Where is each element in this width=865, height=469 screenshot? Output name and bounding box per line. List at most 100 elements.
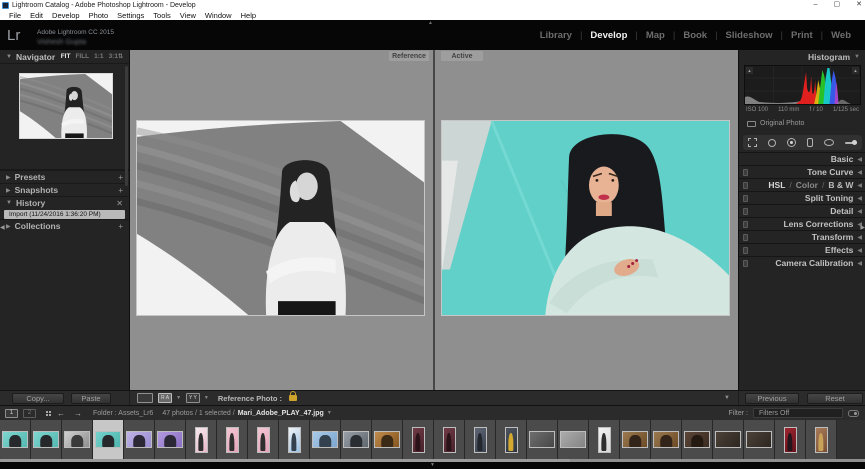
chevron-left-icon[interactable]: ◀ [857,182,862,189]
chevron-left-icon[interactable]: ◀ [857,247,862,254]
filmstrip-thumbnail[interactable] [589,420,620,459]
snapshots-section[interactable]: ▶ Snapshots + [0,183,129,196]
chevron-down-icon[interactable]: ▼ [327,410,332,416]
panel-toggle-switch[interactable] [743,169,748,176]
panel-toggle-switch[interactable] [743,221,748,228]
filmstrip-thumbnail[interactable] [248,420,279,459]
lock-icon[interactable] [289,395,297,401]
panel-camera-calibration[interactable]: Camera Calibration ◀ [739,256,865,269]
filmstrip-thumbnail[interactable] [558,420,589,459]
highlight-clipping-indicator[interactable]: ▲ [852,67,859,74]
panel-tone-curve[interactable]: Tone Curve ◀ [739,165,865,178]
chevron-right-icon[interactable]: ▶ [6,187,11,194]
collapse-top-icon[interactable]: ▲ [428,20,433,26]
chevron-left-icon[interactable]: ◀ [857,208,862,215]
chevron-down-icon[interactable]: ▼ [6,200,12,206]
chevron-down-icon[interactable]: ▼ [854,54,860,60]
second-window-icon[interactable]: 2 [23,409,36,418]
chevron-down-icon[interactable]: ▼ [204,395,209,401]
filmstrip-thumbnail[interactable] [496,420,527,459]
compare-view-icon[interactable]: Y Y [186,393,200,403]
module-tab[interactable]: Slideshow [718,30,781,41]
filmstrip-thumbnail[interactable] [124,420,155,459]
navigator-header[interactable]: ▼ Navigator FITFILL1:13:1 ⇅ [0,50,129,63]
add-preset-button[interactable]: + [118,173,123,182]
forward-arrow-icon[interactable]: → [74,409,82,418]
filmstrip-thumbnail[interactable] [434,420,465,459]
history-step-import[interactable]: Import (11/24/2016 1:36:20 PM) [4,210,125,219]
filmstrip-thumbnail[interactable] [341,420,372,459]
spot-removal-icon[interactable] [768,139,776,147]
module-tab[interactable]: Develop [582,30,635,41]
bw-label[interactable]: B & W [828,180,853,190]
histogram[interactable]: ▲ ▲ [744,65,861,105]
navigator-preview[interactable] [19,73,113,139]
filmstrip-thumbnail[interactable] [527,420,558,459]
panel-toggle-switch[interactable] [743,208,748,215]
close-button[interactable]: ✕ [856,0,862,10]
graduated-filter-icon[interactable] [807,138,813,147]
reset-button[interactable]: Reset [807,393,863,404]
filmstrip-thumbnail[interactable] [93,420,124,459]
chevron-down-icon[interactable]: ▼ [176,395,181,401]
module-tab[interactable]: Print [783,30,821,41]
collapse-right-icon[interactable]: ▶ [859,222,865,234]
loupe-view-icon[interactable] [137,393,153,403]
chevron-right-icon[interactable]: ▶ [6,174,11,181]
presets-section[interactable]: ▶ Presets + [0,170,129,183]
red-eye-correction-icon[interactable] [787,138,796,147]
menu-item[interactable]: Tools [153,11,171,20]
collections-section[interactable]: ▶ Collections + [0,219,129,232]
filmstrip-thumbnail[interactable] [775,420,806,459]
folder-breadcrumb[interactable]: Folder : Assets_Lr6 [93,410,153,417]
panel-toggle-switch[interactable] [743,182,748,189]
chevron-left-icon[interactable]: ◀ [857,195,862,202]
minimize-button[interactable]: – [814,0,818,10]
filmstrip-thumbnail[interactable] [806,420,837,459]
adjustment-brush-icon[interactable] [845,142,857,144]
history-section[interactable]: ▼ History ✕ [0,196,129,209]
crop-overlay-icon[interactable] [748,138,757,147]
filmstrip-thumbnail[interactable] [155,420,186,459]
filter-toggle-icon[interactable] [848,410,859,417]
radial-filter-icon[interactable] [824,139,834,146]
chevron-down-icon[interactable]: ▼ [6,54,12,60]
menu-item[interactable]: Window [205,11,232,20]
previous-button[interactable]: Previous [745,393,799,404]
panel-lens-corrections[interactable]: Lens Corrections ◀ [739,217,865,230]
chevron-right-icon[interactable]: ▶ [6,223,11,230]
add-collection-button[interactable]: + [118,222,123,231]
filmstrip-thumbnail[interactable] [713,420,744,459]
filmstrip-thumbnail[interactable] [651,420,682,459]
navigator-zoom-option[interactable]: 3:1 [109,53,118,60]
chevron-left-icon[interactable]: ◀ [857,169,862,176]
navigator-zoom-option[interactable]: 1:1 [94,53,103,60]
histogram-header[interactable]: Histogram ▼ [739,50,865,63]
add-snapshot-button[interactable]: + [118,186,123,195]
module-tab[interactable]: Library [532,30,580,41]
hsl-label[interactable]: HSL [768,180,785,190]
active-photo[interactable] [441,120,730,316]
panel-hsl[interactable]: HSL / Color / B & W ◀ [739,178,865,191]
filmstrip-thumbnail[interactable] [217,420,248,459]
panel-transform[interactable]: Transform ◀ [739,230,865,243]
module-tab[interactable]: Web [823,30,859,41]
menu-item[interactable]: View [180,11,196,20]
panel-toggle-switch[interactable] [743,260,748,267]
shadow-clipping-indicator[interactable]: ▲ [746,67,753,74]
filmstrip-thumbnail[interactable] [279,420,310,459]
filmstrip-thumbnail[interactable] [744,420,775,459]
color-label[interactable]: Color [796,180,818,190]
left-panel-scrollbar[interactable] [125,66,128,186]
toolbar-options-icon[interactable]: ▼ [724,395,730,401]
reference-view-icon[interactable]: R A [158,393,172,403]
filmstrip-thumbnail[interactable] [62,420,93,459]
reference-photo[interactable] [136,120,425,316]
paste-button[interactable]: Paste [71,393,111,404]
module-tab[interactable]: Book [675,30,715,41]
chevron-left-icon[interactable]: ◀ [857,260,862,267]
copy-button[interactable]: Copy... [12,393,64,404]
filter-dropdown[interactable]: Filters Off [753,408,843,418]
filmstrip-thumbnail[interactable] [465,420,496,459]
panel-split-toning[interactable]: Split Toning ◀ [739,191,865,204]
